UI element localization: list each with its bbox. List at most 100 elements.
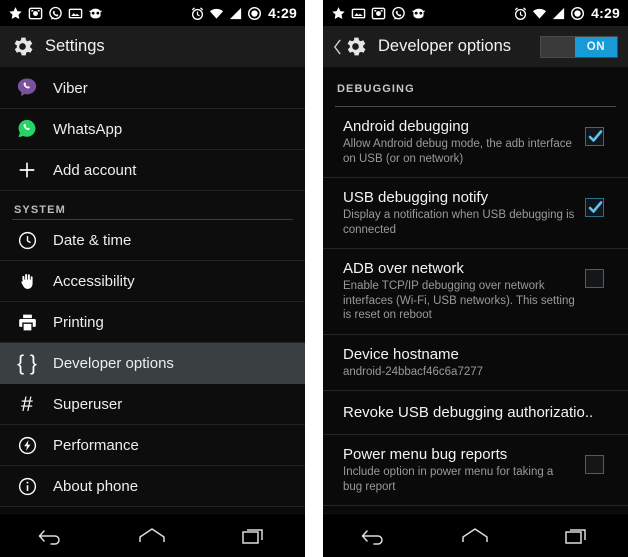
whatsapp-bubble-icon xyxy=(392,6,405,20)
sidebar-item-label: Add account xyxy=(53,161,137,179)
developer-options-action-bar: Developer options ON xyxy=(323,26,628,68)
battery-circle-icon xyxy=(248,6,262,20)
alarm-clock-icon xyxy=(514,6,527,20)
clock-icon xyxy=(14,227,40,253)
setting-summary: android-24bbacf46c6a7277 xyxy=(343,365,484,378)
star-icon xyxy=(332,6,345,19)
left-status-notification-icons xyxy=(8,6,103,21)
checkbox-android-debugging[interactable] xyxy=(585,127,604,146)
developer-options-list[interactable]: DEBUGGING Android debugging Allow Androi… xyxy=(323,68,628,513)
setting-row-power-menu-bug-reports[interactable]: Power menu bug reports Include option in… xyxy=(323,435,628,506)
viber-icon xyxy=(14,75,40,101)
page-title: Settings xyxy=(45,37,105,55)
setting-text: Revoke USB debugging authorizatio.. xyxy=(343,403,616,422)
setting-row-android-debugging[interactable]: Android debugging Allow Android debug mo… xyxy=(323,107,628,178)
settings-action-bar: Settings xyxy=(0,26,305,68)
setting-row-usb-debugging-notify[interactable]: USB debugging notify Display a notificat… xyxy=(323,178,628,249)
camera-box-icon xyxy=(28,7,43,19)
hash-icon: # xyxy=(21,392,33,416)
page-title: Developer options xyxy=(378,37,511,55)
sidebar-item-about-phone[interactable]: About phone xyxy=(0,466,305,507)
sidebar-item-label: Viber xyxy=(53,79,88,97)
signal-bars-icon xyxy=(230,7,242,19)
battery-circle-icon xyxy=(571,6,585,20)
sidebar-item-add-account[interactable]: Add account xyxy=(0,150,305,191)
setting-row-allow-mock-locations[interactable]: Allow mock locations Allow mock location… xyxy=(323,506,628,513)
sidebar-item-label: Date & time xyxy=(53,231,132,249)
sidebar-item-label: Developer options xyxy=(53,354,174,372)
sidebar-item-whatsapp[interactable]: WhatsApp xyxy=(0,109,305,150)
checkbox-usb-debugging-notify[interactable] xyxy=(585,198,604,217)
right-status-system-icons: 4:29 xyxy=(513,5,620,21)
info-circle-icon xyxy=(14,473,40,499)
alarm-clock-icon xyxy=(191,6,204,20)
sidebar-item-printing[interactable]: Printing xyxy=(0,302,305,343)
recents-button[interactable] xyxy=(547,519,607,553)
setting-title: Power menu bug reports xyxy=(343,446,508,463)
settings-list[interactable]: Viber WhatsApp Add account SYSTEM Date &… xyxy=(0,68,305,513)
left-status-bar: 4:29 xyxy=(0,0,305,26)
status-clock: 4:29 xyxy=(268,5,297,21)
setting-summary: Display a notification when USB debuggin… xyxy=(343,209,575,236)
sidebar-item-date-time[interactable]: Date & time xyxy=(0,220,305,261)
star-icon xyxy=(9,6,22,19)
gear-icon xyxy=(14,37,33,56)
right-nav-bar xyxy=(323,513,628,557)
setting-row-device-hostname[interactable]: Device hostname android-24bbacf46c6a7277 xyxy=(323,334,628,391)
gear-icon xyxy=(347,37,366,56)
right-status-notification-icons xyxy=(331,6,426,21)
image-icon xyxy=(68,8,83,18)
left-status-system-icons: 4:29 xyxy=(190,5,297,21)
sidebar-item-accessibility[interactable]: Accessibility xyxy=(0,261,305,302)
whatsapp-bubble-icon xyxy=(49,6,62,20)
cid-robot-icon xyxy=(89,8,102,18)
sidebar-item-viber[interactable]: Viber xyxy=(0,68,305,109)
wifi-icon xyxy=(533,8,547,19)
signal-bars-icon xyxy=(553,7,565,19)
section-header-label: DEBUGGING xyxy=(337,83,415,95)
setting-row-adb-over-network[interactable]: ADB over network Enable TCP/IP debugging… xyxy=(323,249,628,335)
home-button[interactable] xyxy=(122,519,182,553)
setting-title: Revoke USB debugging authorizatio.. xyxy=(343,403,594,421)
checkbox-power-menu-bug-reports[interactable] xyxy=(585,455,604,474)
printer-icon xyxy=(14,309,40,335)
checkbox-adb-over-network[interactable] xyxy=(585,269,604,288)
wifi-icon xyxy=(210,8,224,19)
image-icon xyxy=(351,8,366,18)
sidebar-item-label: WhatsApp xyxy=(53,120,123,138)
left-nav-bar xyxy=(0,513,305,557)
status-clock: 4:29 xyxy=(591,5,620,21)
sidebar-item-developer-options[interactable]: { } Developer options xyxy=(0,343,305,384)
sidebar-item-label: Accessibility xyxy=(53,272,135,290)
setting-text: Power menu bug reports Include option in… xyxy=(343,445,585,494)
setting-summary: Allow Android debug mode, the adb interf… xyxy=(343,138,572,165)
hand-icon xyxy=(14,268,40,294)
setting-text: USB debugging notify Display a notificat… xyxy=(343,188,585,237)
bolt-circle-icon xyxy=(14,432,40,458)
switch-thumb-label: ON xyxy=(575,36,617,57)
sidebar-item-performance[interactable]: Performance xyxy=(0,425,305,466)
camera-box-icon xyxy=(371,7,386,19)
back-button[interactable] xyxy=(344,519,404,553)
section-header-debugging: DEBUGGING xyxy=(323,68,628,101)
sidebar-item-label: About phone xyxy=(53,477,139,495)
dual-screenshot-stage: 4:29 Settings Viber WhatsApp Add account… xyxy=(0,0,628,557)
recents-button[interactable] xyxy=(224,519,284,553)
braces-icon: { } xyxy=(17,351,37,375)
sidebar-item-superuser[interactable]: # Superuser xyxy=(0,384,305,425)
chevron-left-icon[interactable] xyxy=(333,38,342,55)
sidebar-item-label: Printing xyxy=(53,313,104,331)
setting-row-revoke-usb-debugging[interactable]: Revoke USB debugging authorizatio.. xyxy=(323,391,628,435)
whatsapp-icon xyxy=(14,116,40,142)
right-status-bar: 4:29 xyxy=(323,0,628,26)
setting-title: Android debugging xyxy=(343,118,469,135)
setting-text: ADB over network Enable TCP/IP debugging… xyxy=(343,259,585,323)
setting-text: Device hostname android-24bbacf46c6a7277 xyxy=(343,345,616,380)
setting-title: ADB over network xyxy=(343,260,464,277)
home-button[interactable] xyxy=(445,519,505,553)
left-phone-screen: 4:29 Settings Viber WhatsApp Add account… xyxy=(0,0,305,557)
back-button[interactable] xyxy=(21,519,81,553)
setting-summary: Enable TCP/IP debugging over network int… xyxy=(343,280,575,321)
developer-options-master-switch[interactable]: ON xyxy=(540,35,618,58)
sidebar-item-label: Superuser xyxy=(53,395,123,413)
